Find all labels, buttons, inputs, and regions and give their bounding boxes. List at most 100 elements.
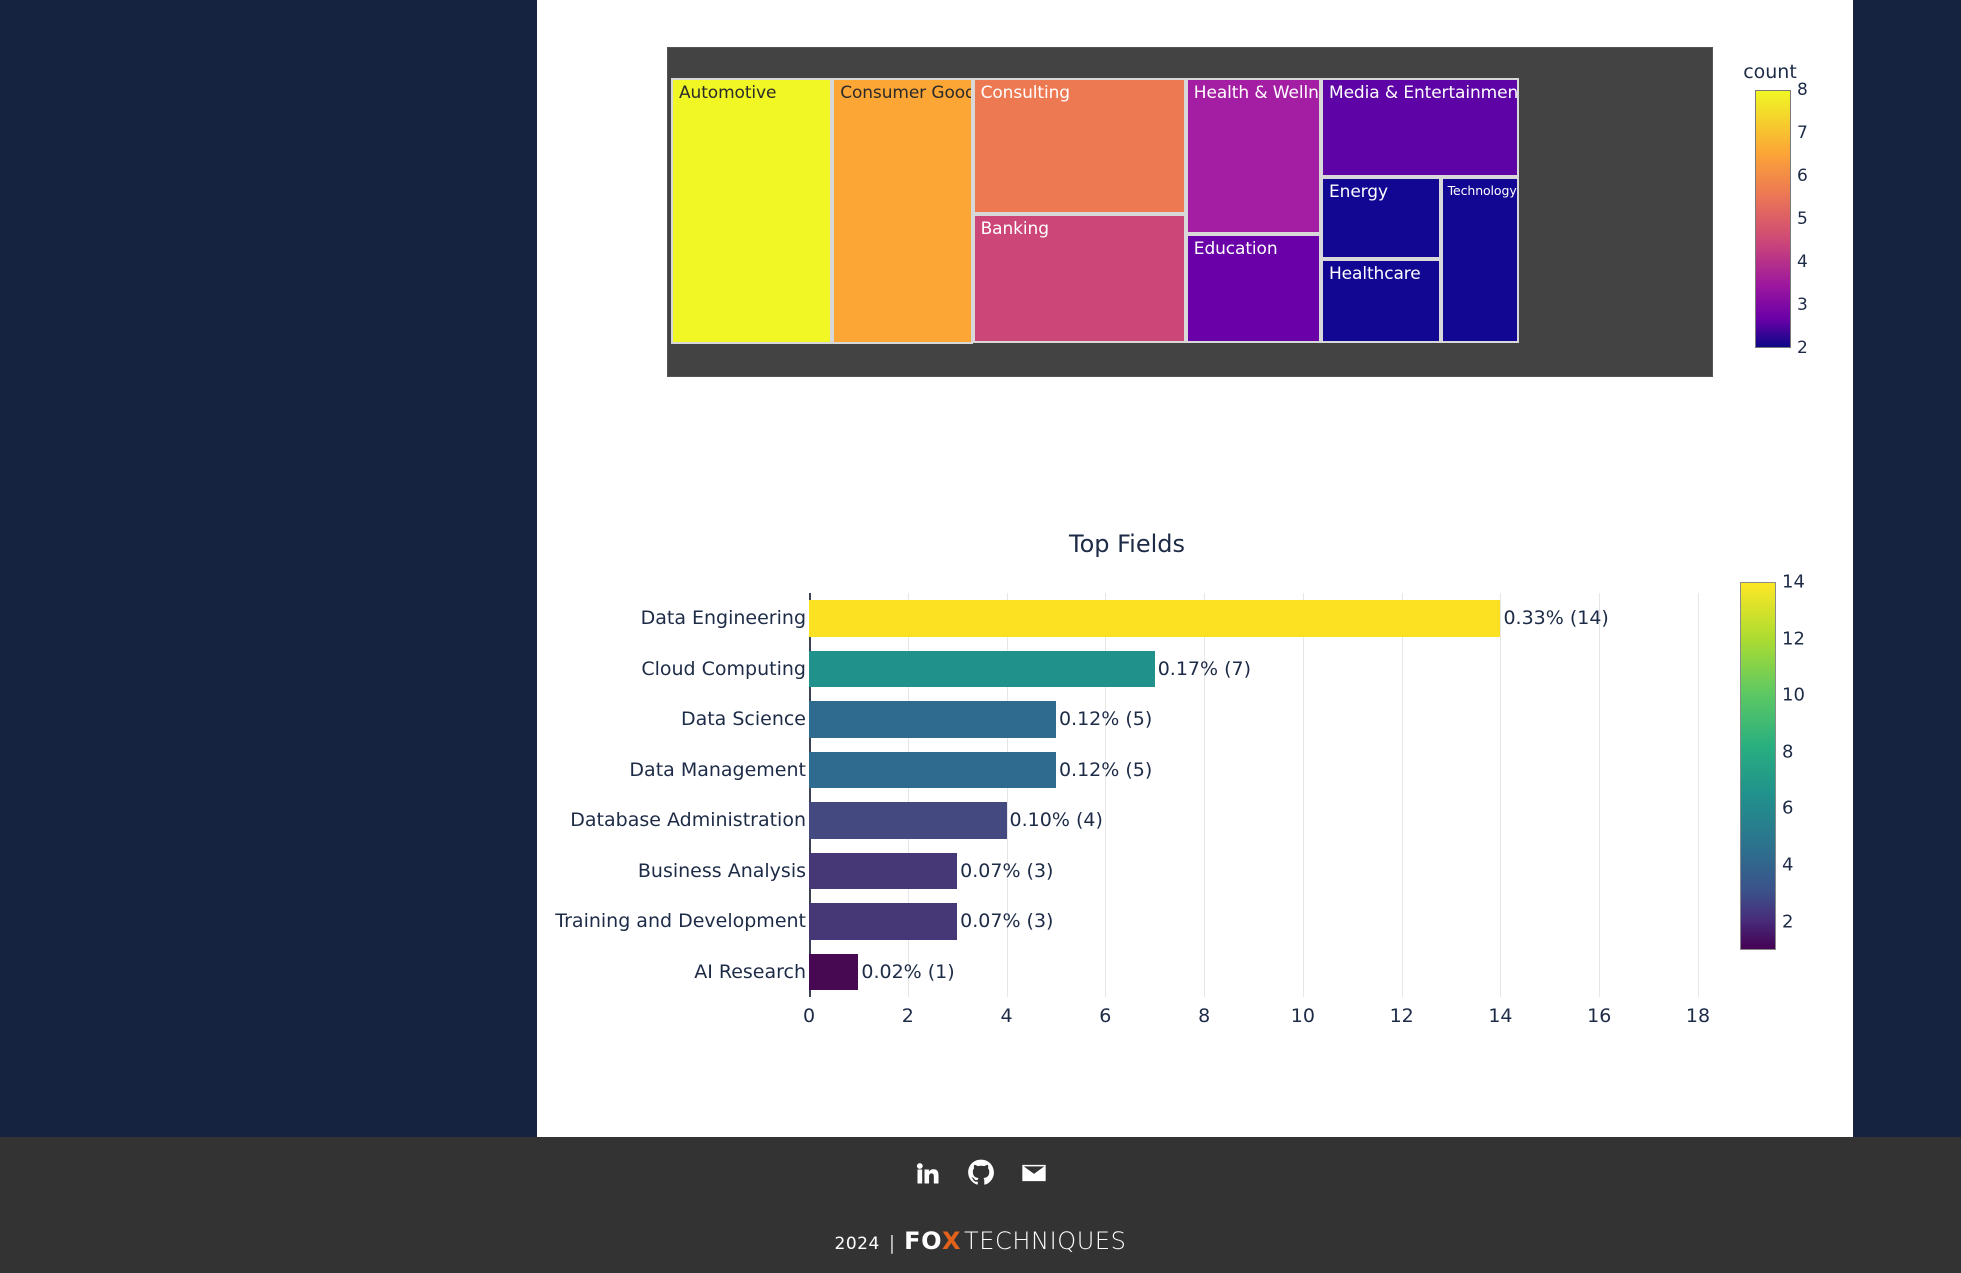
bar-chart-category-label: Data Management	[629, 758, 806, 781]
treemap-colorbar: count 8 7 6 5 4 3 2	[1737, 61, 1847, 381]
bar-chart-colorbar-gradient	[1740, 582, 1776, 950]
github-link[interactable]	[967, 1159, 995, 1187]
bar-chart-row: Business Analysis 0.07% (3)	[638, 846, 1698, 897]
treemap-colorbar-title: count	[1743, 61, 1797, 83]
treemap-tile-label: Banking	[980, 218, 1049, 239]
treemap-colorbar-tick: 2	[1797, 338, 1808, 358]
bar-chart-colorbar: 14 12 10 8 6 4 2	[1732, 572, 1852, 1002]
bar-chart-x-tick: 16	[1587, 1005, 1612, 1027]
treemap-tile[interactable]: Healthcare	[1321, 259, 1441, 344]
bar-chart-value-label: 0.17% (7)	[1157, 657, 1252, 680]
bar-chart-category-label: Business Analysis	[637, 859, 806, 882]
bar-chart-value-label: 0.12% (5)	[1058, 758, 1153, 781]
treemap-tile[interactable]: Education	[1185, 234, 1321, 344]
footer-brand: 2024 | FO X TECHNIQUES	[0, 1227, 1961, 1255]
bar-chart-colorbar-tick: 6	[1782, 797, 1794, 819]
site-footer: 2024 | FO X TECHNIQUES	[0, 1137, 1961, 1273]
bar-chart-value-label: 0.07% (3)	[960, 859, 1054, 882]
treemap-colorbar-tick: 5	[1797, 209, 1808, 229]
bar-chart-bar[interactable]	[809, 600, 1501, 637]
treemap-plot-area: Automotive Consumer Goods Consulting Bankin…	[667, 47, 1713, 377]
bar-chart-bar[interactable]	[809, 751, 1056, 788]
github-icon	[967, 1159, 994, 1185]
footer-year: 2024	[834, 1234, 880, 1254]
treemap-colorbar-tick: 3	[1797, 295, 1808, 315]
bar-chart-row: Data Science 0.12% (5)	[681, 694, 1698, 745]
treemap-colorbar-tick: 8	[1797, 80, 1808, 100]
bar-chart-x-tick: 6	[1099, 1005, 1112, 1027]
page-root: Automotive Consumer Goods Consulting Bankin…	[0, 0, 1961, 1273]
bar-chart-x-tick: 0	[802, 1005, 816, 1027]
treemap-tile[interactable]: Health & Wellness	[1185, 78, 1321, 235]
bar-chart-x-tick: 8	[1198, 1005, 1211, 1027]
linkedin-icon	[916, 1163, 938, 1184]
bar-chart-x-tick: 14	[1488, 1005, 1513, 1027]
bar-chart-category-label: Database Administration	[570, 809, 806, 832]
content-panel: Automotive Consumer Goods Consulting Bankin…	[537, 0, 1853, 1137]
footer-separator: |	[888, 1232, 896, 1254]
bar-chart-bar[interactable]	[809, 650, 1155, 687]
bar-chart-figure: Top Fields Data Engineering 0.33% (14) Clo…	[537, 520, 1853, 1137]
treemap-tile-label: Media & Entertainment	[1329, 83, 1519, 103]
bar-chart-bar[interactable]	[809, 953, 859, 990]
treemap-colorbar-tick: 4	[1797, 252, 1808, 272]
bar-chart-value-label: 0.10% (4)	[1009, 809, 1103, 832]
treemap-tile-label: Consumer Goods	[840, 83, 973, 103]
bar-chart-bar[interactable]	[809, 903, 958, 940]
bar-chart-category-label: Training and Development	[555, 910, 806, 933]
footer-brand-techniques: TECHNIQUES	[963, 1227, 1127, 1255]
email-link[interactable]	[1020, 1159, 1048, 1187]
bar-chart-value-label: 0.02% (1)	[861, 960, 955, 983]
bar-chart-bar[interactable]	[809, 701, 1056, 738]
treemap-colorbar-gradient	[1755, 90, 1791, 348]
treemap-tile-label: Energy	[1329, 181, 1388, 202]
bar-chart-x-tick: 2	[901, 1005, 914, 1027]
treemap-tile-label: Consulting	[980, 83, 1070, 103]
bar-chart-colorbar-tick: 8	[1782, 741, 1794, 763]
treemap-tile-label: Health & Wellness	[1193, 83, 1319, 103]
footer-social-icons	[0, 1159, 1961, 1187]
treemap-tile-label: Automotive	[679, 83, 777, 103]
treemap-tile[interactable]: Banking	[972, 213, 1186, 344]
treemap-tile[interactable]: Consumer Goods	[832, 78, 973, 344]
bar-chart-x-tick: 10	[1290, 1005, 1315, 1027]
bar-chart-colorbar-tick: 4	[1782, 854, 1794, 876]
treemap-colorbar-tick: 7	[1797, 123, 1808, 143]
bar-chart-gridline	[1698, 593, 1699, 997]
treemap-tile[interactable]: Energy	[1321, 176, 1441, 260]
bar-chart-row: Database Administration 0.10% (4)	[570, 795, 1698, 846]
bar-chart-colorbar-tick: 12	[1782, 628, 1805, 650]
bar-chart-value-label: 0.33% (14)	[1503, 607, 1609, 630]
bar-chart-bar[interactable]	[809, 802, 1007, 839]
treemap-tile[interactable]: Media & Entertainment	[1321, 78, 1519, 177]
bar-chart-row: Data Management 0.12% (5)	[629, 745, 1698, 796]
bar-chart-x-tick: 18	[1685, 1005, 1711, 1027]
treemap-tile-label: Technology	[1447, 182, 1517, 198]
treemap-tile[interactable]: Technology	[1440, 176, 1519, 344]
footer-brand-fox: FO	[904, 1227, 942, 1255]
bar-chart-x-tick: 12	[1389, 1005, 1414, 1027]
bar-chart-value-label: 0.07% (3)	[960, 910, 1054, 933]
linkedin-link[interactable]	[914, 1159, 942, 1187]
bar-chart-row: Cloud Computing 0.17% (7)	[641, 644, 1698, 695]
treemap-tile-label: Healthcare	[1329, 264, 1421, 285]
bar-chart-category-label: Data Engineering	[640, 607, 806, 630]
treemap-tile-label: Education	[1193, 239, 1278, 260]
treemap-figure: Automotive Consumer Goods Consulting Bankin…	[537, 47, 1853, 392]
bar-chart-category-label: AI Research	[694, 960, 806, 983]
footer-brand-x: X	[941, 1227, 961, 1255]
bar-chart-colorbar-tick: 10	[1782, 684, 1805, 706]
bar-chart-title: Top Fields	[1068, 530, 1186, 558]
bar-chart-colorbar-tick: 14	[1782, 571, 1805, 593]
treemap-tile[interactable]: Consulting	[972, 78, 1186, 214]
bar-chart-colorbar-tick: 2	[1782, 911, 1794, 933]
bar-chart-x-tick: 4	[1000, 1005, 1013, 1027]
bar-chart-bar[interactable]	[809, 852, 958, 889]
bar-chart-category-label: Cloud Computing	[641, 657, 806, 680]
bar-chart-plot-area: Data Engineering 0.33% (14) Cloud Computin…	[555, 593, 1710, 1027]
bar-chart-row: AI Research 0.02% (1)	[694, 947, 1698, 998]
bar-chart-value-label: 0.12% (5)	[1058, 708, 1153, 731]
bar-chart-row: Training and Development 0.07% (3)	[555, 896, 1698, 947]
bar-chart-category-label: Data Science	[680, 708, 806, 731]
treemap-tile[interactable]: Automotive	[671, 78, 833, 344]
